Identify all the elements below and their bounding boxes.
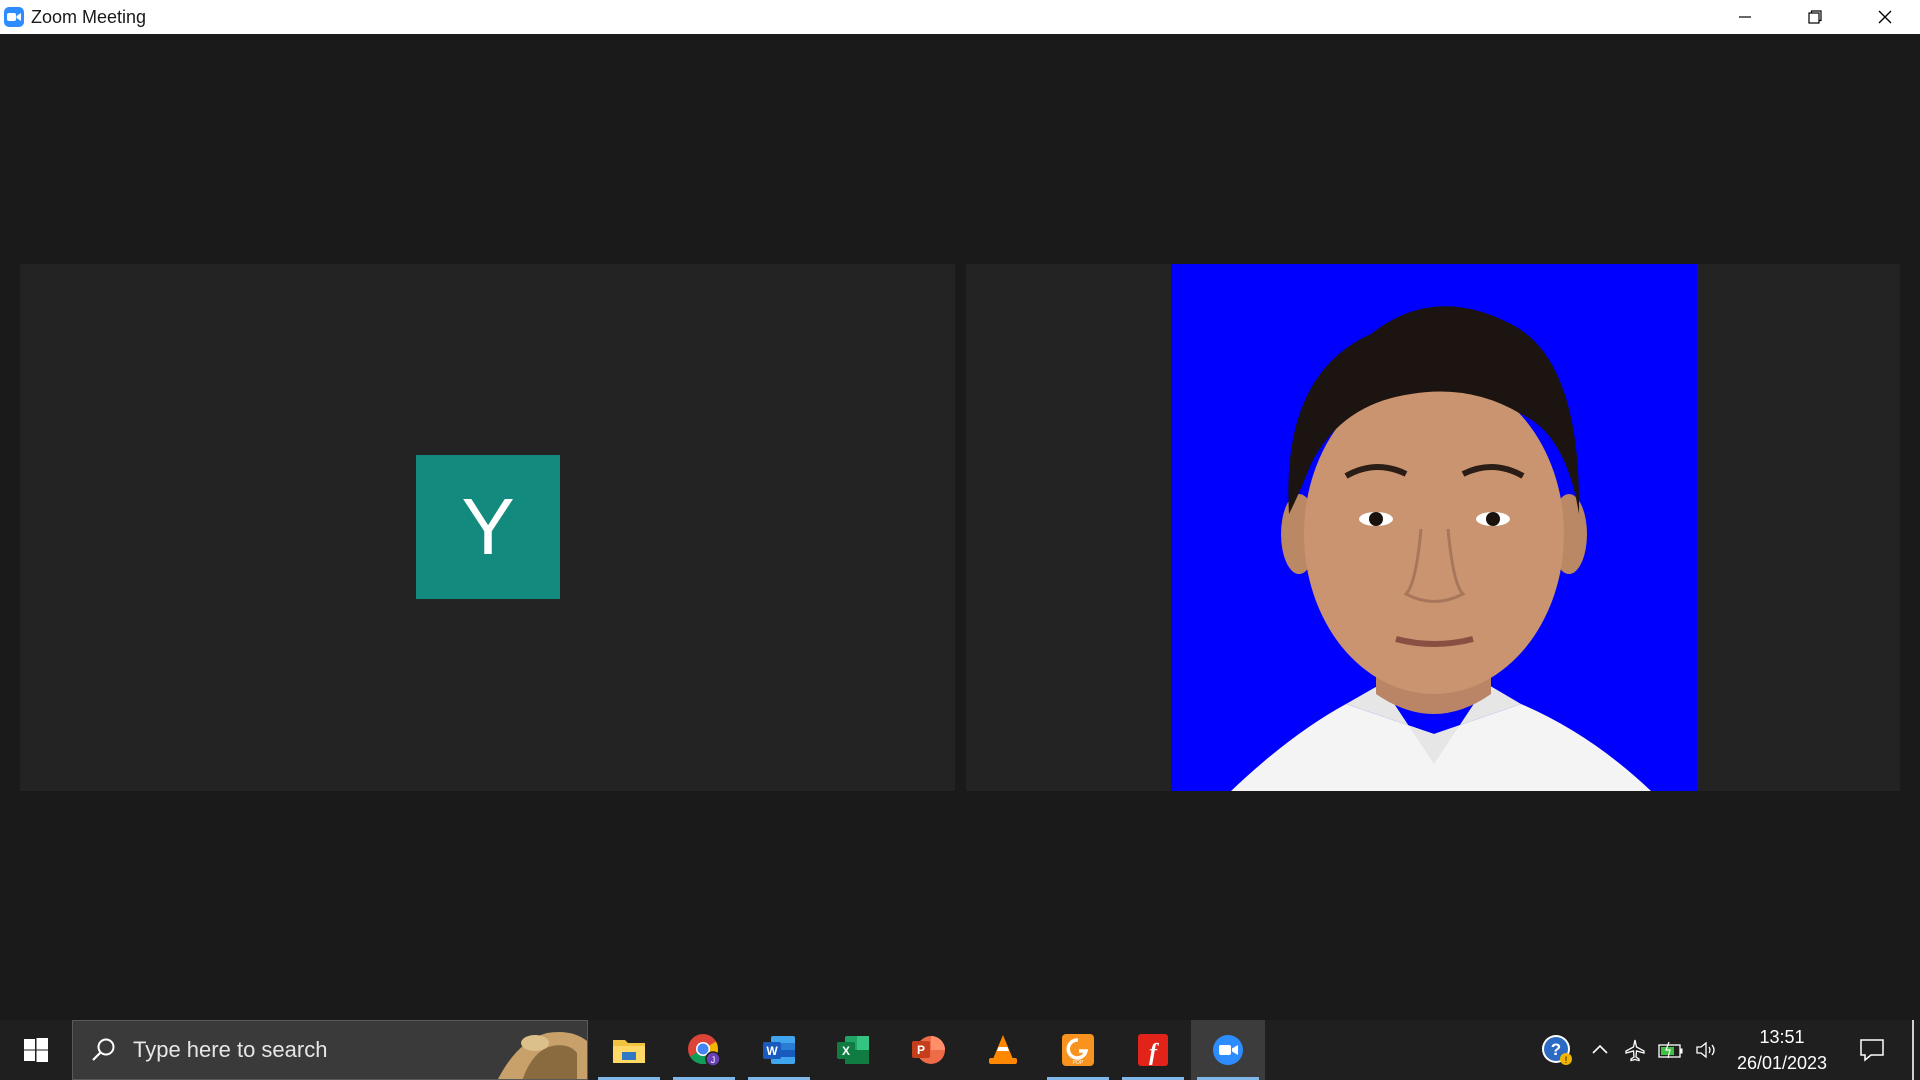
svg-text:!: ! [1565, 1055, 1568, 1065]
zoom-app-icon [4, 7, 24, 27]
participant-tile[interactable]: Y [20, 264, 955, 791]
svg-text:POP: POP [1073, 1060, 1084, 1066]
volume-icon [1696, 1041, 1715, 1059]
zoom-icon [1213, 1035, 1243, 1065]
taskbar-app-excel[interactable]: X [816, 1020, 890, 1080]
pop-icon: POP [1062, 1034, 1094, 1066]
search-placeholder: Type here to search [133, 1037, 328, 1062]
battery-icon [1658, 1041, 1683, 1059]
chevron-up-icon [1592, 1044, 1608, 1054]
taskbar-app-file-explorer[interactable] [592, 1020, 666, 1080]
meeting-gallery: Y [0, 34, 1920, 1020]
windows-logo-icon [24, 1038, 48, 1062]
taskbar: Type here to search J W X P POP f ? ! 13… [0, 1020, 1920, 1080]
search-icon [92, 1038, 115, 1061]
taskbar-app-powerpoint[interactable]: P [891, 1020, 965, 1080]
tray-volume[interactable] [1690, 1020, 1724, 1080]
chrome-icon: J [688, 1034, 721, 1067]
show-desktop-button[interactable] [1912, 1020, 1914, 1080]
close-icon [1878, 10, 1892, 24]
foxit-icon: f [1138, 1034, 1168, 1066]
taskbar-app-chrome[interactable]: J [667, 1020, 741, 1080]
notification-icon [1860, 1039, 1884, 1062]
svg-text:W: W [766, 1044, 778, 1058]
window-controls [1710, 0, 1920, 34]
start-button[interactable] [0, 1020, 72, 1080]
minimize-button[interactable] [1710, 0, 1780, 34]
clock-time: 13:51 [1759, 1027, 1805, 1047]
taskbar-search[interactable]: Type here to search [72, 1020, 588, 1080]
folder-icon [613, 1040, 645, 1063]
window-title: Zoom Meeting [31, 6, 147, 27]
clock-date: 26/01/2023 [1736, 1053, 1828, 1073]
taskbar-app-zoom[interactable] [1191, 1020, 1265, 1080]
taskbar-app-foxit[interactable]: f [1116, 1020, 1190, 1080]
svg-text:J: J [711, 1055, 716, 1065]
notification-center-button[interactable] [1842, 1020, 1902, 1080]
search-highlight-icon [498, 1032, 587, 1079]
svg-text:P: P [917, 1043, 925, 1057]
participant-video-frame [1231, 306, 1651, 791]
close-button[interactable] [1850, 0, 1920, 34]
taskbar-app-word[interactable]: W [742, 1020, 816, 1080]
restore-button[interactable] [1780, 0, 1850, 34]
excel-icon: X [837, 1036, 869, 1064]
taskbar-app-pop[interactable]: POP [1041, 1020, 1115, 1080]
airplane-icon [1625, 1039, 1645, 1062]
tray-show-hidden-button[interactable] [1583, 1020, 1617, 1080]
word-icon: W [763, 1036, 795, 1064]
taskbar-app-vlc[interactable] [966, 1020, 1040, 1080]
help-icon: ? ! [1542, 1035, 1572, 1065]
participant-avatar: Y [416, 455, 560, 599]
participant-video [1171, 264, 1697, 791]
participant-tile-video[interactable] [966, 264, 1900, 791]
title-bar: Zoom Meeting [0, 0, 1920, 34]
svg-text:?: ? [1551, 1040, 1561, 1059]
powerpoint-icon: P [912, 1036, 945, 1064]
tray-airplane-mode[interactable] [1618, 1020, 1652, 1080]
restore-icon [1808, 10, 1822, 24]
taskbar-clock[interactable]: 13:51 26/01/2023 [1722, 1020, 1842, 1080]
tray-help-button[interactable]: ? ! [1535, 1020, 1579, 1080]
minimize-icon [1739, 16, 1751, 18]
svg-text:X: X [842, 1044, 850, 1058]
vlc-icon [989, 1035, 1017, 1064]
tray-battery[interactable] [1654, 1020, 1688, 1080]
